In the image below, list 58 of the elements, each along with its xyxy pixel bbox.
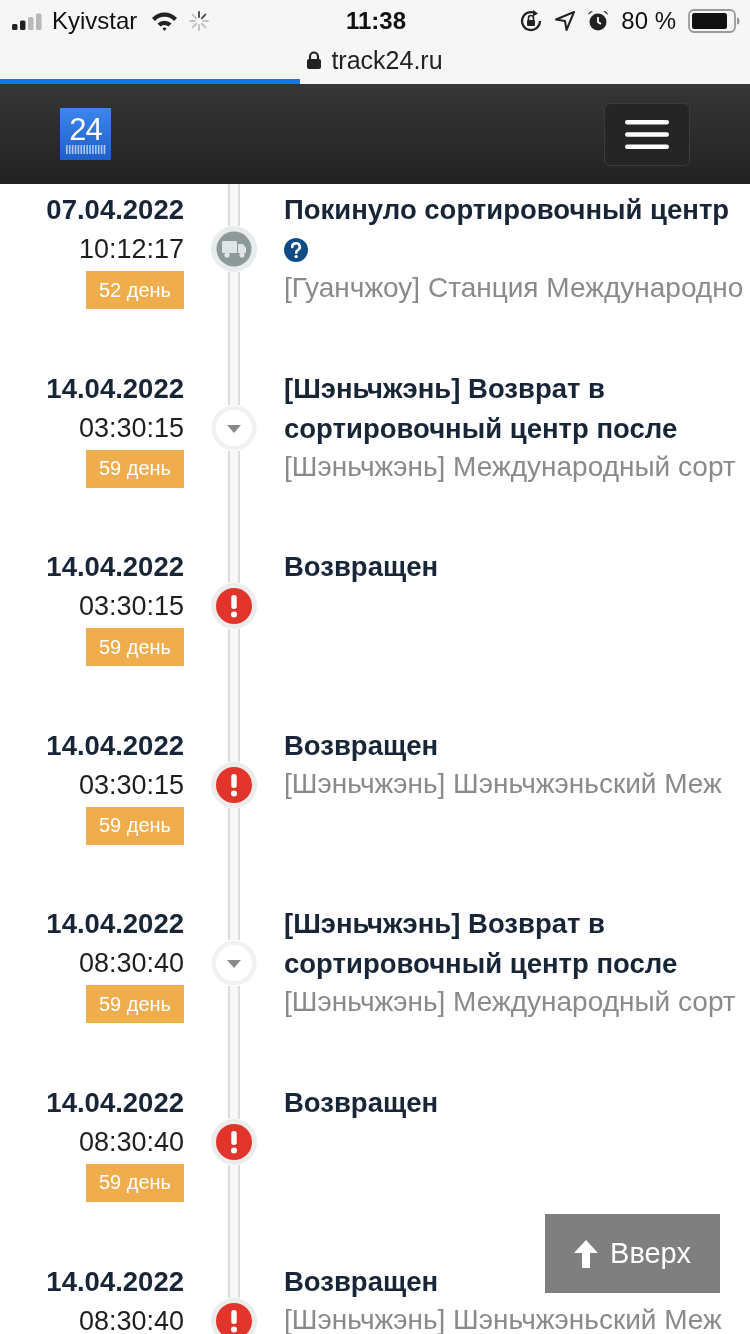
event-date: 14.04.2022 <box>46 373 184 404</box>
event-date: 07.04.2022 <box>46 195 184 225</box>
loading-spinner-icon <box>188 10 211 32</box>
event-date: 14.04.2022 <box>46 1266 184 1297</box>
battery-icon <box>688 9 740 33</box>
event-time: 10:12:17 <box>78 233 184 266</box>
event-description: [Шэньчжэнь] Шэньчжэньский Меж <box>284 766 723 801</box>
days-badge: 59 день <box>86 985 184 1024</box>
event-time: 03:30:15 <box>78 590 184 624</box>
event-date: 14.04.2022 <box>46 730 184 761</box>
event-description: [Шэньчжэнь] Международный сорт <box>284 449 737 484</box>
event-title: [Шэньчжэнь] Возврат в сортировочный центр после <box>284 907 679 982</box>
event-description: [Шэньчжэнь] Международный сорт <box>284 985 737 1020</box>
event-title: Покинуло сортировочный центр <box>284 193 731 227</box>
menu-icon <box>625 119 669 149</box>
wifi-icon <box>151 11 179 31</box>
carrier-name: Kyivstar <box>52 7 138 35</box>
signal-icon <box>12 12 42 30</box>
rotation-lock-icon <box>519 9 544 33</box>
caret-down-icon <box>211 404 257 451</box>
location-arrow-icon <box>555 11 576 31</box>
barcode-icon <box>65 144 106 154</box>
event-date: 14.04.2022 <box>46 552 184 583</box>
event-date: 14.04.2022 <box>46 1087 184 1118</box>
event-description: [Шэньчжэнь] Шэньчжэньский Меж <box>284 1302 723 1334</box>
event-time: 03:30:15 <box>78 768 184 802</box>
back-to-top-button[interactable]: Вверх <box>545 1214 720 1293</box>
arrow-up-icon <box>574 1239 599 1268</box>
menu-button[interactable] <box>604 102 690 166</box>
event-title: [Шэньчжэнь] Возврат в сортировочный центр после <box>284 371 679 446</box>
days-badge: 59 день <box>86 1163 184 1202</box>
event-title: Возвращен <box>284 550 440 585</box>
days-badge: 59 день <box>86 806 184 845</box>
days-badge: 59 день <box>86 628 184 667</box>
days-badge: 52 день <box>86 271 184 309</box>
event-description: [Гуанчжоу] Станция Международно <box>284 271 745 305</box>
battery-percent: 80 % <box>621 7 676 35</box>
status-time: 11:38 <box>345 7 407 35</box>
event-time: 08:30:40 <box>78 947 184 981</box>
event-time: 08:30:40 <box>78 1304 184 1334</box>
event-title: Возвращен <box>284 728 440 763</box>
lock-icon <box>307 51 322 69</box>
address-url[interactable]: track24.ru <box>331 45 443 75</box>
alarm-clock-icon <box>587 10 610 32</box>
alert-icon <box>211 1118 257 1165</box>
days-badge: 59 день <box>86 449 184 488</box>
caret-down-icon <box>211 940 257 987</box>
alert-icon <box>211 583 257 630</box>
event-title: Возвращен <box>284 1264 440 1299</box>
event-date: 14.04.2022 <box>46 909 184 940</box>
truck-icon <box>211 226 257 272</box>
event-time: 08:30:40 <box>78 1125 184 1159</box>
alert-icon <box>211 761 257 808</box>
logo[interactable]: 24 <box>60 108 111 160</box>
help-icon[interactable] <box>284 238 308 262</box>
event-time: 03:30:15 <box>78 411 184 445</box>
logo-text: 24 <box>69 114 102 145</box>
event-title: Возвращен <box>284 1085 440 1120</box>
